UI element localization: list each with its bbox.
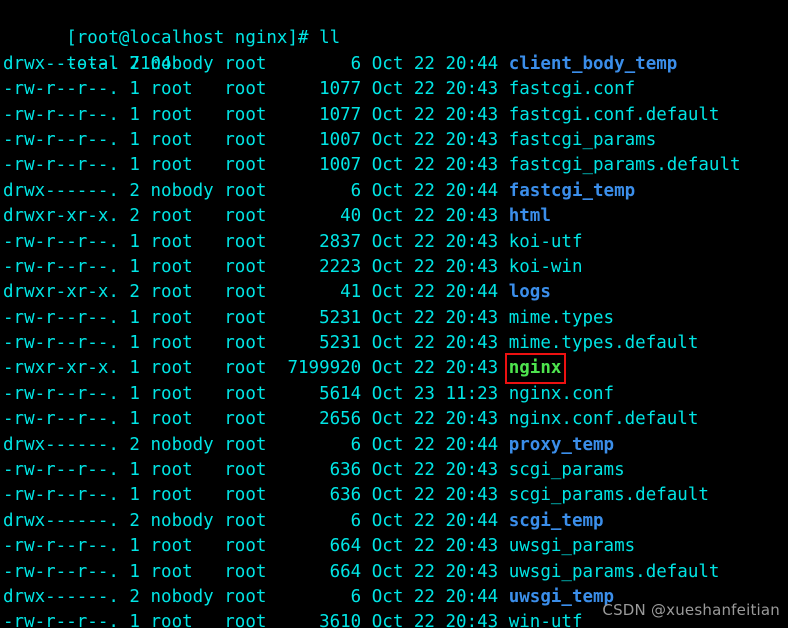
file-listing-row[interactable]: -rw-r--r--. 1 root root 2656 Oct 22 20:4…	[3, 407, 785, 432]
file-name[interactable]: koi-win	[509, 257, 583, 277]
file-listing-row[interactable]: -rw-r--r--. 1 root root 1007 Oct 22 20:4…	[3, 128, 785, 153]
highlighted-filename[interactable]: nginx	[504, 353, 567, 384]
file-listing-row[interactable]: -rw-r--r--. 1 root root 636 Oct 22 20:43…	[3, 483, 785, 508]
file-listing-row[interactable]: drwx------. 2 nobody root 6 Oct 22 20:44…	[3, 52, 785, 77]
file-metadata: drwx------. 2 nobody root 6 Oct 22 20:44	[3, 586, 509, 607]
file-name[interactable]: uwsgi_params	[509, 536, 635, 556]
file-listing-row[interactable]: -rw-r--r--. 1 root root 2837 Oct 22 20:4…	[3, 230, 785, 255]
file-metadata: -rw-r--r--. 1 root root 5231 Oct 22 20:4…	[3, 307, 509, 328]
file-listing-row[interactable]: -rw-r--r--. 1 root root 5614 Oct 23 11:2…	[3, 382, 785, 407]
file-listing-row[interactable]: -rw-r--r--. 1 root root 1007 Oct 22 20:4…	[3, 153, 785, 178]
file-metadata: -rw-r--r--. 1 root root 636 Oct 22 20:43	[3, 460, 509, 481]
file-listing-row[interactable]: -rw-r--r--. 1 root root 636 Oct 22 20:43…	[3, 458, 785, 483]
file-name[interactable]: nginx.conf.default	[509, 409, 699, 429]
file-name[interactable]: fastcgi.conf	[509, 79, 635, 99]
file-name[interactable]: fastcgi_params.default	[509, 155, 741, 175]
file-name[interactable]: win-utf	[509, 612, 583, 628]
file-name[interactable]: mime.types.default	[509, 333, 699, 353]
file-metadata: drwx------. 2 nobody root 6 Oct 22 20:44	[3, 510, 509, 531]
file-metadata: drwxr-xr-x. 2 root root 41 Oct 22 20:44	[3, 282, 509, 303]
file-metadata: -rwxr-xr-x. 1 root root 7199920 Oct 22 2…	[3, 358, 509, 379]
file-name[interactable]: proxy_temp	[509, 435, 614, 455]
terminal-window[interactable]: [root@localhost nginx]# ll total 7104 dr…	[0, 0, 788, 628]
file-metadata: -rw-r--r--. 1 root root 3610 Oct 22 20:4…	[3, 612, 509, 628]
file-name[interactable]: uwsgi_params.default	[509, 562, 720, 582]
file-metadata: -rw-r--r--. 1 root root 2837 Oct 22 20:4…	[3, 231, 509, 252]
file-listing-row[interactable]: drwxr-xr-x. 2 root root 41 Oct 22 20:44 …	[3, 280, 785, 305]
file-metadata: -rw-r--r--. 1 root root 664 Oct 22 20:43	[3, 561, 509, 582]
terminal-screen: [root@localhost nginx]# ll total 7104 dr…	[3, 1, 785, 628]
file-metadata: -rw-r--r--. 1 root root 2656 Oct 22 20:4…	[3, 409, 509, 430]
file-name[interactable]: fastcgi_params	[509, 130, 657, 150]
file-name[interactable]: html	[509, 206, 551, 226]
file-listing-row[interactable]: drwxr-xr-x. 2 root root 40 Oct 22 20:43 …	[3, 204, 785, 229]
file-listing-row[interactable]: -rw-r--r--. 1 root root 2223 Oct 22 20:4…	[3, 255, 785, 280]
file-metadata: drwxr-xr-x. 2 root root 40 Oct 22 20:43	[3, 206, 509, 227]
file-name[interactable]: koi-utf	[509, 232, 583, 252]
prompt-text-top: [root@localhost nginx]# ll	[66, 28, 341, 49]
file-listing-row[interactable]: -rw-r--r--. 1 root root 5231 Oct 22 20:4…	[3, 306, 785, 331]
file-name[interactable]: nginx.conf	[509, 384, 614, 404]
file-name[interactable]: fastcgi.conf.default	[509, 105, 720, 125]
file-name[interactable]: logs	[509, 282, 551, 302]
file-metadata: -rw-r--r--. 1 root root 636 Oct 22 20:43	[3, 485, 509, 506]
file-name[interactable]: uwsgi_temp	[509, 587, 614, 607]
file-listing-row[interactable]: -rw-r--r--. 1 root root 1077 Oct 22 20:4…	[3, 103, 785, 128]
file-metadata: -rw-r--r--. 1 root root 1007 Oct 22 20:4…	[3, 129, 509, 150]
watermark: CSDN @xueshanfeitian	[602, 600, 780, 619]
file-listing-row[interactable]: -rw-r--r--. 1 root root 5231 Oct 22 20:4…	[3, 331, 785, 356]
file-metadata: -rw-r--r--. 1 root root 664 Oct 22 20:43	[3, 536, 509, 557]
file-name[interactable]: client_body_temp	[509, 54, 678, 74]
file-metadata: drwx------. 2 nobody root 6 Oct 22 20:44	[3, 53, 509, 74]
command-prompt-line-top: [root@localhost nginx]# ll	[3, 1, 785, 48]
file-listing: drwx------. 2 nobody root 6 Oct 22 20:44…	[3, 52, 785, 628]
file-listing-row[interactable]: -rwxr-xr-x. 1 root root 7199920 Oct 22 2…	[3, 353, 785, 384]
file-listing-row[interactable]: drwx------. 2 nobody root 6 Oct 22 20:44…	[3, 509, 785, 534]
file-listing-row[interactable]: -rw-r--r--. 1 root root 664 Oct 22 20:43…	[3, 534, 785, 559]
file-metadata: -rw-r--r--. 1 root root 2223 Oct 22 20:4…	[3, 256, 509, 277]
file-listing-row[interactable]: -rw-r--r--. 1 root root 1077 Oct 22 20:4…	[3, 77, 785, 102]
file-listing-row[interactable]: drwx------. 2 nobody root 6 Oct 22 20:44…	[3, 179, 785, 204]
file-name[interactable]: scgi_temp	[509, 511, 604, 531]
file-name[interactable]: mime.types	[509, 308, 614, 328]
file-name[interactable]: fastcgi_temp	[509, 181, 635, 201]
file-metadata: -rw-r--r--. 1 root root 5614 Oct 23 11:2…	[3, 383, 509, 404]
file-metadata: -rw-r--r--. 1 root root 1007 Oct 22 20:4…	[3, 155, 509, 176]
file-name: nginx	[508, 358, 562, 379]
file-name[interactable]: scgi_params	[509, 460, 625, 480]
file-listing-row[interactable]: drwx------. 2 nobody root 6 Oct 22 20:44…	[3, 433, 785, 458]
file-metadata: drwx------. 2 nobody root 6 Oct 22 20:44	[3, 434, 509, 455]
file-metadata: -rw-r--r--. 1 root root 1077 Oct 22 20:4…	[3, 79, 509, 100]
file-metadata: -rw-r--r--. 1 root root 5231 Oct 22 20:4…	[3, 333, 509, 354]
file-metadata: drwx------. 2 nobody root 6 Oct 22 20:44	[3, 180, 509, 201]
file-name[interactable]: scgi_params.default	[509, 485, 709, 505]
file-listing-row[interactable]: -rw-r--r--. 1 root root 664 Oct 22 20:43…	[3, 560, 785, 585]
file-metadata: -rw-r--r--. 1 root root 1077 Oct 22 20:4…	[3, 104, 509, 125]
